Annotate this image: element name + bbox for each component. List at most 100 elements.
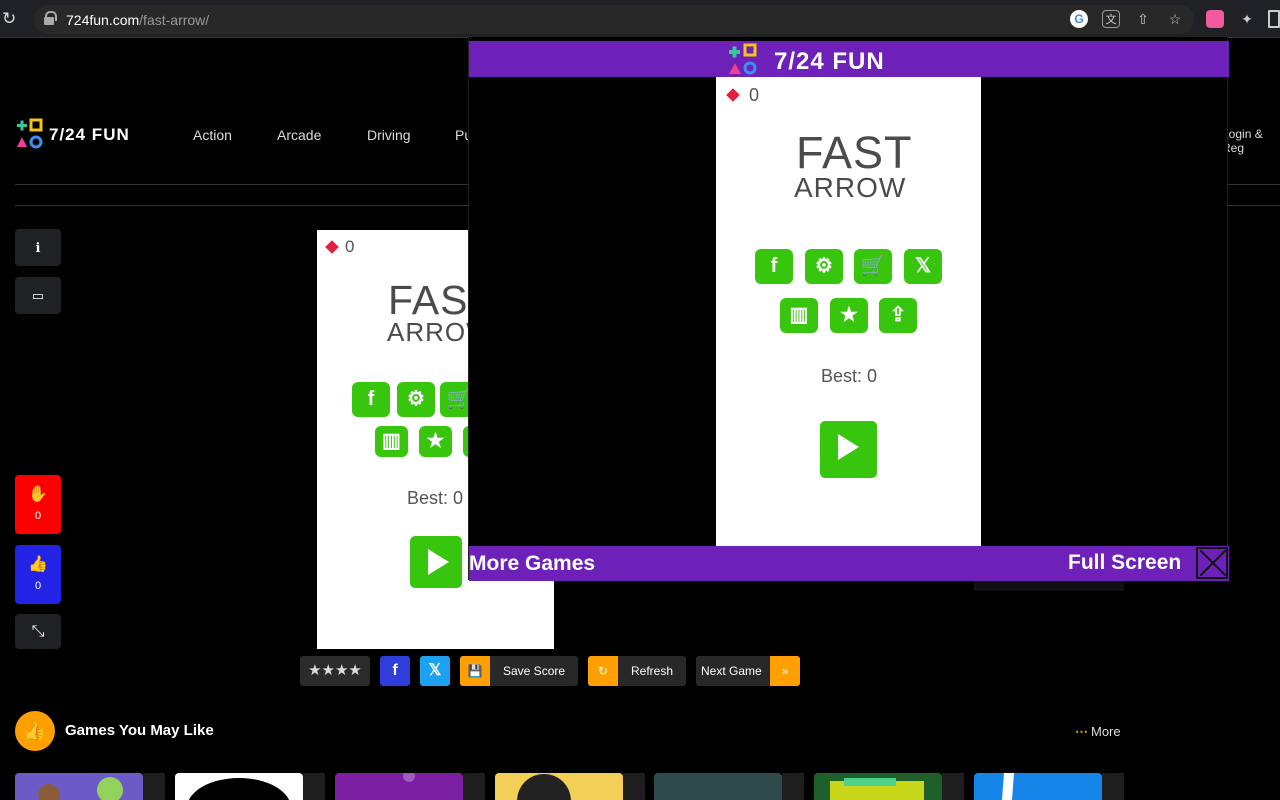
game-title-line1: FAST bbox=[796, 127, 913, 178]
game-thumbnail[interactable] bbox=[814, 773, 942, 800]
star-icon: ★ bbox=[840, 304, 858, 326]
nav-arcade[interactable]: Arcade bbox=[277, 127, 321, 143]
star-icon: ★ bbox=[426, 430, 445, 452]
cookie-icon bbox=[38, 777, 123, 800]
blocks-icon bbox=[830, 778, 924, 800]
overlay-game-screen[interactable]: 0 FAST ARROW f ⚙ 🛒 𝕏 ▥ ★ ⇪ Best: 0 bbox=[716, 77, 981, 546]
overlay-header: 7/24 FUN bbox=[469, 41, 1229, 77]
leaderboard-button[interactable]: ▥ bbox=[375, 426, 408, 457]
play-button[interactable] bbox=[820, 421, 877, 478]
comments-button[interactable]: ▭ bbox=[15, 277, 61, 314]
like-button[interactable]: 👍 0 bbox=[15, 545, 61, 604]
browser-toolbar: ↻ 724fun.com/fast-arrow/ G 文 ⇧ ☆ ✦ bbox=[0, 0, 1280, 38]
chat-icon: ▭ bbox=[31, 288, 45, 303]
save-score-button[interactable]: 💾 Save Score bbox=[460, 656, 578, 686]
dislike-button[interactable]: ✋ 0 bbox=[15, 475, 61, 534]
facebook-icon: f bbox=[367, 388, 375, 410]
next-game-label: Next Game bbox=[701, 664, 762, 678]
game-title-line2: ARROW bbox=[794, 172, 907, 203]
like-count: 0 bbox=[34, 580, 42, 592]
shop-button[interactable]: 🛒 bbox=[854, 249, 892, 284]
save-score-label: Save Score bbox=[503, 664, 566, 678]
expand-icon: ⤡ bbox=[31, 623, 45, 640]
login-register-link[interactable]: Login & Reg bbox=[1222, 127, 1280, 155]
blue-art-icon bbox=[1002, 773, 1014, 800]
thumbs-down-icon: ✋ bbox=[28, 486, 48, 503]
overlay-footer: More Games Full Screen bbox=[469, 546, 1229, 581]
game-thumbnail[interactable] bbox=[495, 773, 623, 800]
extension-icon[interactable] bbox=[1206, 10, 1224, 28]
nav-action[interactable]: Action bbox=[193, 127, 232, 143]
settings-button[interactable]: ⚙ bbox=[397, 382, 435, 417]
site-logo[interactable]: 7/24 FUN bbox=[15, 118, 135, 154]
thumbs-up-icon: 👍 bbox=[15, 711, 55, 751]
translate-icon[interactable]: 文 bbox=[1102, 10, 1120, 28]
full-screen-button[interactable]: Full Screen bbox=[1068, 551, 1181, 575]
game-thumbnail[interactable] bbox=[654, 773, 782, 800]
game-thumbnail[interactable] bbox=[974, 773, 1102, 800]
star-icon[interactable]: ☆ bbox=[1166, 10, 1184, 28]
game-thumbnail[interactable] bbox=[335, 773, 463, 800]
podium-icon: ▥ bbox=[789, 304, 809, 326]
logo-shapes-icon bbox=[729, 43, 757, 75]
facebook-button[interactable]: f bbox=[352, 382, 390, 417]
facebook-share-button[interactable]: f bbox=[380, 656, 410, 686]
refresh-label: Refresh bbox=[631, 664, 674, 678]
share-icon[interactable]: ⇧ bbox=[1134, 10, 1152, 28]
twitter-share-button[interactable]: 𝕏 bbox=[420, 656, 450, 686]
more-games-button[interactable]: More Games bbox=[469, 552, 595, 576]
window-icon[interactable] bbox=[1268, 10, 1280, 28]
rate-button[interactable]: ★ bbox=[419, 426, 452, 457]
expand-arrows-icon[interactable] bbox=[1196, 547, 1228, 579]
logo-shapes-icon bbox=[17, 118, 43, 149]
puzzle-icon[interactable]: ✦ bbox=[1238, 10, 1256, 28]
dots-icon: ⋯ bbox=[1075, 724, 1088, 739]
twitter-icon: 𝕏 bbox=[914, 255, 932, 277]
facebook-icon: f bbox=[392, 662, 398, 679]
nav-driving[interactable]: Driving bbox=[367, 127, 411, 143]
best-score: Best: 0 bbox=[820, 366, 878, 386]
leaderboard-button[interactable]: ▥ bbox=[780, 298, 818, 333]
double-chevron-right-icon: » bbox=[770, 656, 800, 686]
cart-icon: 🛒 bbox=[860, 255, 886, 277]
fullscreen-game-overlay: 7/24 FUN 0 FAST ARROW f ⚙ 🛒 𝕏 ▥ ★ ⇪ Best… bbox=[468, 36, 1229, 581]
play-button[interactable] bbox=[410, 536, 462, 588]
thumbnail-gap bbox=[1102, 773, 1124, 800]
rate-button[interactable]: ★ bbox=[830, 298, 868, 333]
facebook-icon: f bbox=[770, 255, 778, 277]
dislike-count: 0 bbox=[34, 510, 42, 522]
gear-icon: ⚙ bbox=[407, 388, 425, 410]
share-game-button[interactable]: ⇪ bbox=[879, 298, 917, 333]
url-text[interactable]: 724fun.com/fast-arrow/ bbox=[66, 12, 209, 28]
next-game-button[interactable]: Next Game » bbox=[696, 656, 800, 686]
refresh-icon: ↻ bbox=[588, 656, 618, 686]
more-link[interactable]: ⋯ More bbox=[1075, 724, 1121, 740]
rating-stars[interactable]: ★★★★ bbox=[300, 656, 370, 686]
game-thumbnails bbox=[15, 773, 1125, 800]
thumbnail-gap bbox=[303, 773, 325, 800]
twitter-button[interactable]: 𝕏 bbox=[904, 249, 942, 284]
round-icon bbox=[517, 774, 571, 800]
lock-icon[interactable] bbox=[44, 11, 57, 25]
fullscreen-button[interactable]: ⤡ bbox=[15, 614, 61, 649]
google-icon[interactable]: G bbox=[1070, 10, 1088, 28]
best-score: Best: 0 bbox=[406, 488, 464, 508]
gem-icon bbox=[325, 240, 339, 254]
section-title: Games You May Like bbox=[65, 722, 214, 739]
game-thumbnail[interactable] bbox=[175, 773, 303, 800]
gem-icon bbox=[726, 88, 740, 102]
info-button[interactable]: ℹ bbox=[15, 229, 61, 266]
game-thumbnail[interactable] bbox=[15, 773, 143, 800]
facebook-button[interactable]: f bbox=[755, 249, 793, 284]
share-icon: ⇪ bbox=[889, 304, 907, 326]
refresh-button[interactable]: ↻ Refresh bbox=[588, 656, 686, 686]
url-domain: 724fun.com bbox=[66, 12, 140, 28]
url-path: /fast-arrow/ bbox=[139, 12, 210, 28]
info-icon: ℹ bbox=[35, 240, 41, 255]
reload-icon[interactable]: ↻ bbox=[2, 9, 20, 29]
settings-button[interactable]: ⚙ bbox=[805, 249, 843, 284]
podium-icon: ▥ bbox=[382, 430, 401, 452]
circle-icon bbox=[188, 778, 290, 800]
more-label: More bbox=[1091, 724, 1121, 739]
gear-icon: ⚙ bbox=[815, 255, 833, 277]
